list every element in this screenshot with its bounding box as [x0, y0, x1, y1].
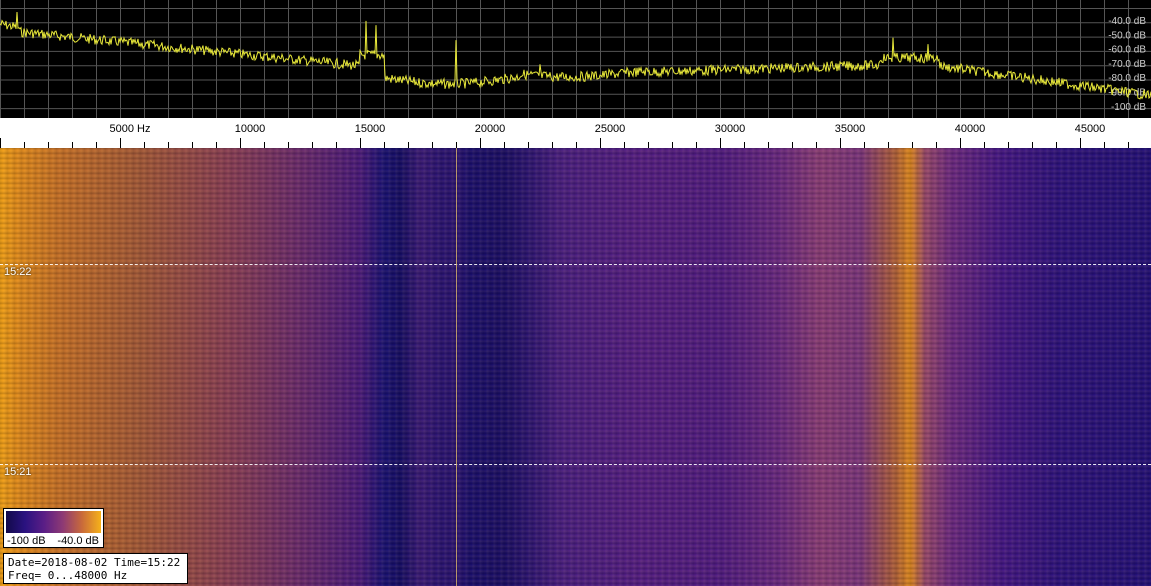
- time-marker-label: 15:21: [4, 466, 32, 478]
- db-scale-label: -50.0 dB: [1108, 30, 1146, 41]
- db-scale-label: -80.0 dB: [1108, 73, 1146, 84]
- waterfall-texture: [0, 148, 1151, 586]
- frequency-tick-label: 45000: [1075, 123, 1106, 135]
- colorbar-max-label: -40.0 dB: [57, 535, 99, 547]
- spectrum-plot: -40.0 dB -50.0 dB -60.0 dB -70.0 dB -80.0 dB…: [0, 0, 1151, 118]
- spectrum-trace: [0, 11, 1151, 100]
- frequency-tick-label: 15000: [355, 123, 386, 135]
- db-scale-label: -40.0 dB: [1108, 16, 1146, 27]
- db-scale-label: -100 dB: [1111, 102, 1146, 113]
- colorbar-legend: -100 dB -40.0 dB: [3, 508, 104, 548]
- frequency-tick-label: 40000: [955, 123, 986, 135]
- frequency-tick-label: 35000: [835, 123, 866, 135]
- frequency-tick-label: 20000: [475, 123, 506, 135]
- frequency-axis-svg: 5000 Hz 10000 15000 20000 25000 30000 35000 400…: [0, 123, 1129, 148]
- time-marker-line: [0, 464, 1151, 465]
- frequency-tick-label: 5000 Hz: [110, 123, 151, 135]
- date-time-text: Date=2018-08-02 Time=15:22: [8, 556, 181, 569]
- time-marker-label: 15:22: [4, 266, 32, 278]
- colorbar-gradient: [6, 511, 101, 533]
- frequency-tick-label: 25000: [595, 123, 626, 135]
- frequency-tick-label: 30000: [715, 123, 746, 135]
- frequency-tick-label: 10000: [235, 123, 266, 135]
- db-scale-label: -70.0 dB: [1108, 59, 1146, 70]
- info-box: Date=2018-08-02 Time=15:22 Freq= 0...480…: [3, 553, 188, 584]
- db-scale-label: -60.0 dB: [1108, 45, 1146, 56]
- frequency-axis: 5000 Hz 10000 15000 20000 25000 30000 35000 400…: [0, 118, 1151, 148]
- time-marker-line: [0, 264, 1151, 265]
- spectrum-panel[interactable]: -40.0 dB -50.0 dB -60.0 dB -70.0 dB -80.0 dB…: [0, 0, 1151, 118]
- waterfall-panel[interactable]: 15:22 15:21: [0, 148, 1151, 586]
- colorbar-min-label: -100 dB: [7, 535, 46, 547]
- frequency-cursor-line[interactable]: [456, 148, 457, 586]
- frequency-range-text: Freq= 0...48000 Hz: [8, 569, 128, 582]
